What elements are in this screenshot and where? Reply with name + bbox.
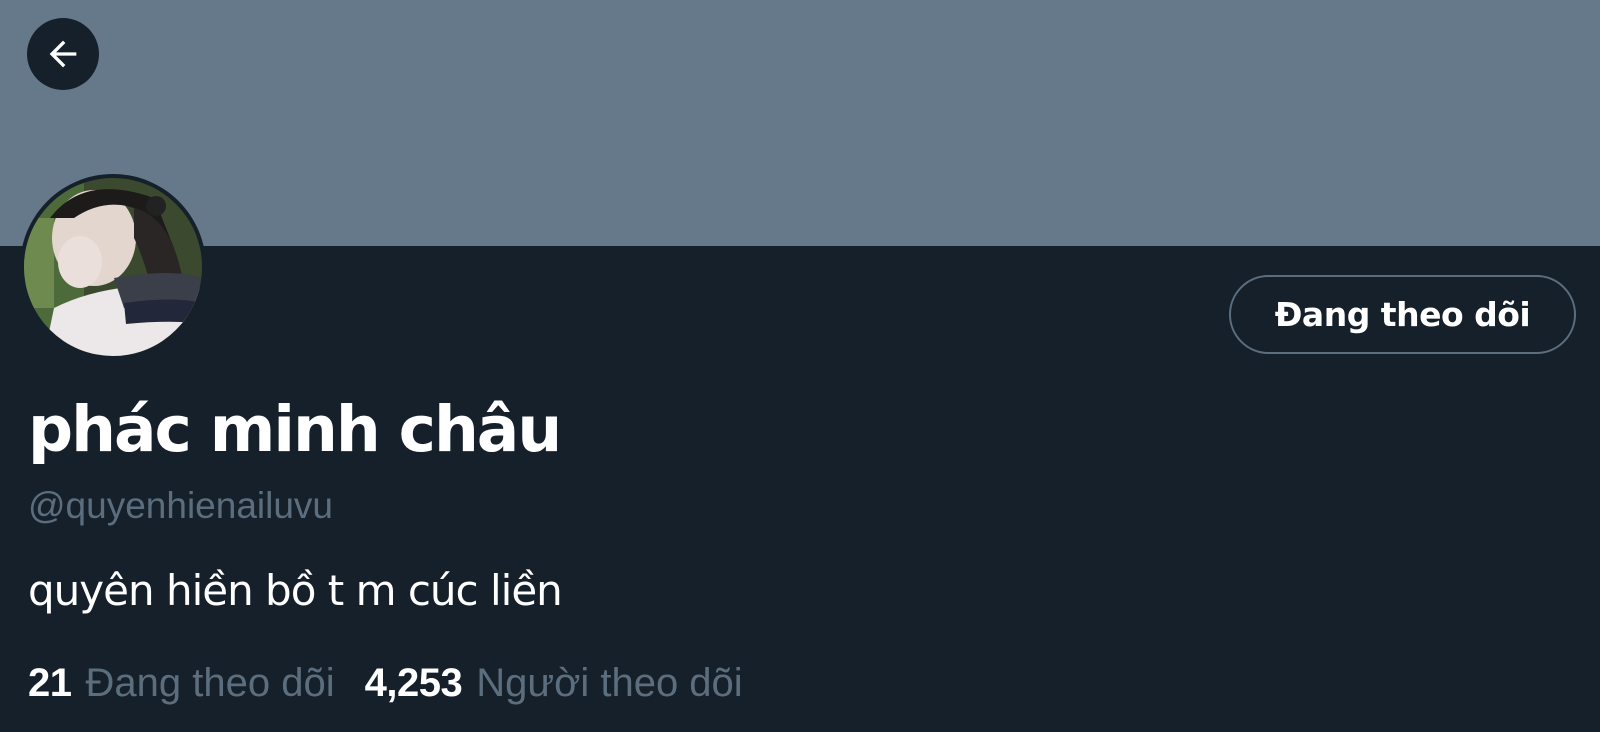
- back-button[interactable]: [27, 18, 99, 90]
- username-handle: @quyenhienailuvu: [28, 485, 333, 526]
- followers-count: 4,253: [364, 661, 463, 705]
- display-name: phác minh châu: [28, 393, 562, 466]
- following-label: Đang theo dõi: [85, 661, 335, 705]
- follow-stats: 21 Đang theo dõi 4,253 Người theo dõi: [28, 663, 743, 703]
- profile-banner: [0, 0, 1600, 246]
- profile-bio: quyên hiền bồ t m cúc liền: [28, 566, 563, 615]
- following-button[interactable]: Đang theo dõi: [1229, 275, 1576, 354]
- following-stat-link[interactable]: 21 Đang theo dõi: [28, 663, 335, 703]
- following-count: 21: [28, 661, 72, 705]
- profile-page: Đang theo dõi phác minh châu @quyenhiena…: [0, 0, 1600, 732]
- avatar[interactable]: [20, 174, 206, 360]
- followers-label: Người theo dõi: [476, 661, 743, 705]
- followers-stat-link[interactable]: 4,253 Người theo dõi: [365, 663, 743, 703]
- avatar-photo: [24, 178, 202, 356]
- arrow-left-icon: [49, 40, 77, 68]
